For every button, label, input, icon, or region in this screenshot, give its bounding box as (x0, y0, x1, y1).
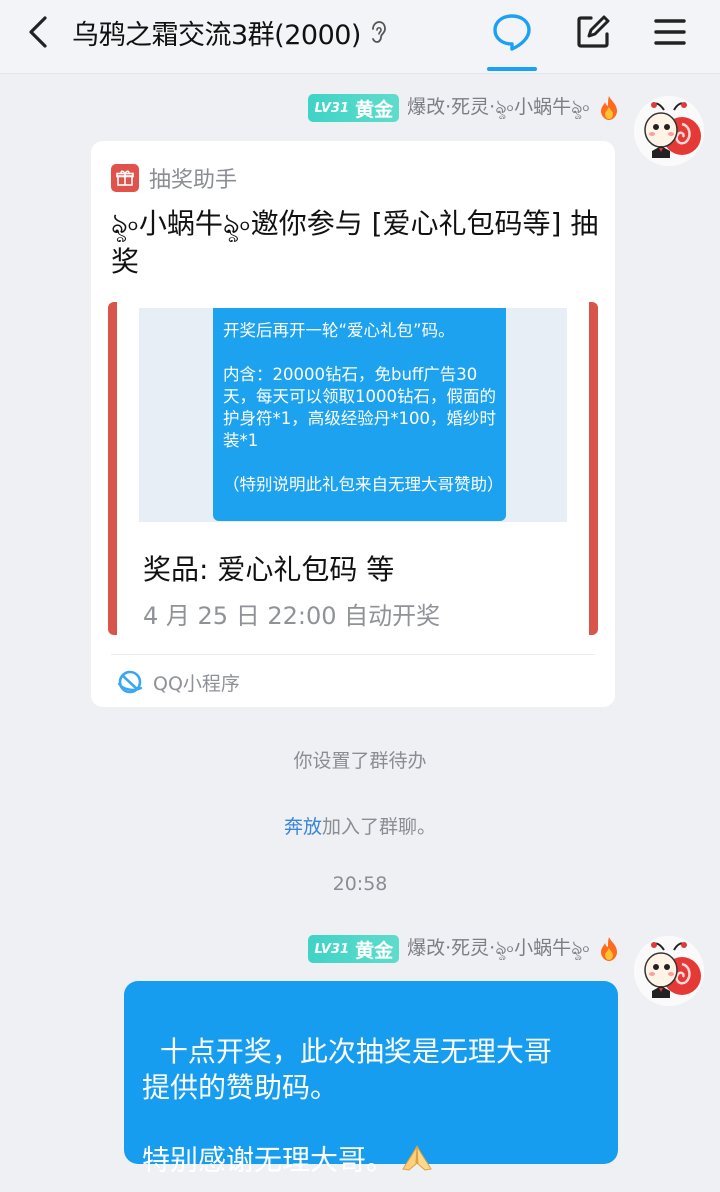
mini-program-footer: QQ小程序 (117, 667, 240, 697)
level-text: LV31 (314, 941, 350, 957)
snail-avatar-icon (634, 936, 704, 1006)
pray-hands-icon (400, 1142, 434, 1181)
avatar[interactable] (634, 96, 704, 166)
snail-avatar-icon (634, 96, 704, 166)
prize-image-text: 开奖后再开一轮“爱心礼包”码。 内含：20000钻石，免buff广告30天，每天… (213, 308, 506, 521)
timestamp: 20:58 (332, 873, 388, 895)
group-title: 乌鸦之霜交流3群(2000) (72, 19, 361, 51)
join-notice: 奔放加入了群聊。 (0, 812, 720, 839)
level-text: LV31 (314, 100, 350, 116)
sender-name[interactable]: 爆改·死灵·ৡ৹小蜗牛ৡ৹ (407, 92, 590, 125)
ear-icon (369, 20, 387, 44)
fire-icon (598, 95, 620, 121)
message-text: 十点开奖，此次抽奖是无理大哥 提供的赞助码。 特别感谢无理大哥。 (142, 1035, 552, 1177)
edit-icon (577, 15, 610, 48)
more-menu-button[interactable] (646, 8, 694, 56)
prize-box[interactable]: 开奖后再开一轮“爱心礼包”码。 内含：20000钻石，免buff广告30天，每天… (108, 302, 598, 635)
mini-program-label: QQ小程序 (153, 672, 240, 695)
menu-icon (654, 19, 686, 45)
edit-button[interactable] (569, 8, 617, 56)
joined-member-name[interactable]: 奔放 (284, 816, 322, 838)
group-title-area[interactable]: 乌鸦之霜交流3群(2000) (72, 12, 387, 52)
chevron-left-icon (29, 16, 47, 48)
level-badge: LV31 黄金 (308, 935, 400, 963)
chat-tab-button[interactable] (488, 8, 536, 56)
sender-name[interactable]: 爆改·死灵·ৡ৹小蜗牛ৡ৹ (407, 933, 590, 966)
join-notice-suffix: 加入了群聊。 (322, 816, 437, 838)
card-app-row: 抽奖助手 (111, 163, 237, 193)
todo-notice: 你设置了群待办 (293, 750, 427, 772)
tier-text: 黄金 (355, 98, 394, 121)
prize-name: 奖品: 爱心礼包码 等 (143, 553, 395, 586)
message-sender-row: LV31 黄金 爆改·死灵·ৡ৹小蜗牛ৡ৹ (308, 934, 620, 964)
chat-header: 乌鸦之霜交流3群(2000) (0, 0, 720, 74)
card-app-name: 抽奖助手 (149, 168, 238, 193)
avatar[interactable] (634, 936, 704, 1006)
fire-icon (598, 936, 620, 962)
tier-text: 黄金 (355, 939, 394, 962)
lottery-card[interactable]: 抽奖助手 ৡ৹小蜗牛ৡ৹邀你参与 [爱心礼包码等] 抽奖 开奖后再开一轮“爱心礼… (91, 141, 615, 707)
prize-image: 开奖后再开一轮“爱心礼包”码。 内含：20000钻石，免buff广告30天，每天… (139, 308, 567, 522)
card-divider (111, 654, 595, 655)
message-sender-row: LV31 黄金 爆改·死灵·ৡ৹小蜗牛ৡ৹ (308, 93, 620, 123)
gift-icon (111, 164, 139, 192)
qq-miniprogram-icon (117, 670, 143, 694)
back-button[interactable] (18, 10, 58, 54)
message-bubble[interactable]: 十点开奖，此次抽奖是无理大哥 提供的赞助码。 特别感谢无理大哥。 (124, 981, 618, 1177)
active-tab-indicator (487, 67, 537, 71)
level-badge: LV31 黄金 (308, 94, 400, 122)
draw-time: 4 月 25 日 22:00 自动开奖 (143, 602, 441, 630)
chat-bubble-icon (493, 14, 531, 51)
card-title: ৡ৹小蜗牛ৡ৹邀你参与 [爱心礼包码等] 抽奖 (111, 207, 599, 278)
